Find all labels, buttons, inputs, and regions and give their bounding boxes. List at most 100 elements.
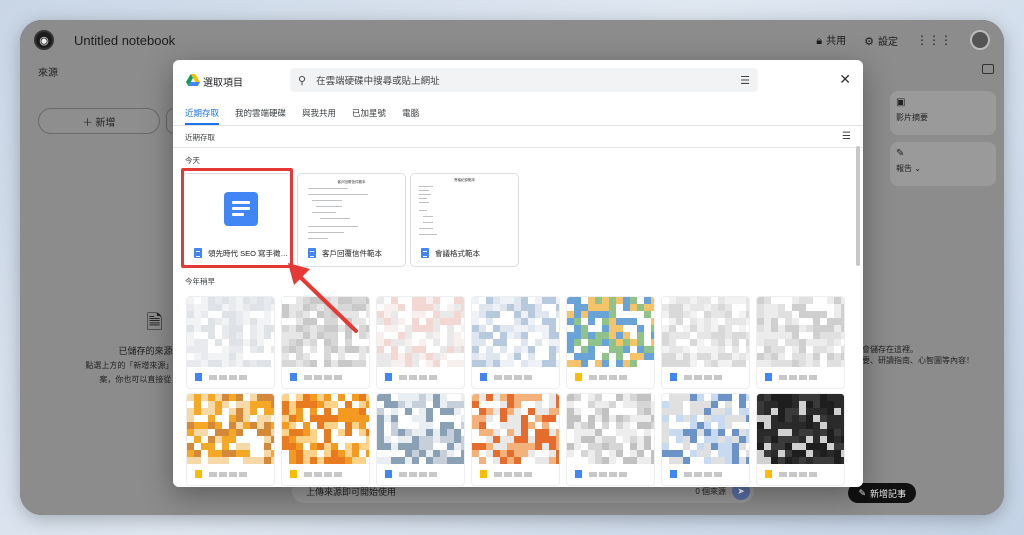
pixel-block bbox=[324, 325, 331, 332]
file-card-blurred[interactable] bbox=[281, 296, 370, 389]
pixel-block bbox=[771, 346, 778, 353]
file-card-reply-template[interactable]: 客戶回覆信件範本 客戶回覆信件範本 bbox=[297, 173, 406, 267]
pixel-block bbox=[331, 304, 338, 311]
pixel-block bbox=[616, 325, 623, 332]
pixel-block bbox=[454, 429, 461, 436]
apps-grid-icon[interactable]: ⋮⋮⋮ bbox=[916, 33, 952, 47]
file-card-blurred[interactable] bbox=[186, 296, 275, 389]
pixel-block bbox=[827, 353, 834, 360]
pixel-block bbox=[609, 443, 616, 450]
pixel-block bbox=[201, 457, 208, 464]
pixel-block bbox=[588, 429, 595, 436]
tab-shared-with-me[interactable]: 與我共用 bbox=[302, 100, 336, 125]
pixel-block bbox=[644, 443, 651, 450]
pixel-block bbox=[718, 318, 725, 325]
pixel-block bbox=[725, 443, 732, 450]
pixel-block bbox=[264, 429, 271, 436]
pixel-block bbox=[447, 450, 454, 457]
file-card-blurred[interactable] bbox=[471, 296, 560, 389]
notebooklm-logo-icon[interactable]: ◉ bbox=[34, 30, 54, 50]
avatar[interactable] bbox=[970, 30, 990, 50]
pixel-block bbox=[419, 436, 426, 443]
pixel-block bbox=[581, 353, 588, 360]
pixel-block bbox=[725, 457, 732, 464]
pixel-block bbox=[602, 346, 609, 353]
pixel-block bbox=[208, 408, 215, 415]
pixel-block bbox=[602, 457, 609, 464]
pixel-block bbox=[187, 450, 194, 457]
list-view-icon[interactable]: ☰ bbox=[842, 131, 851, 142]
pixel-block bbox=[651, 346, 654, 353]
file-card-blurred[interactable] bbox=[566, 296, 655, 389]
pixel-block bbox=[236, 443, 243, 450]
pixel-block bbox=[602, 443, 609, 450]
pixel-block bbox=[222, 353, 229, 360]
pixel-block bbox=[521, 311, 528, 318]
file-card-meeting-template[interactable]: 會議紀錄範本 會議格式範本 bbox=[410, 173, 519, 267]
blurred-name-block bbox=[809, 375, 817, 380]
close-icon[interactable]: ✕ bbox=[839, 72, 851, 86]
pixel-block bbox=[535, 443, 542, 450]
gear-icon: ⚙ bbox=[864, 35, 874, 48]
pixel-block bbox=[493, 339, 500, 346]
pixel-block bbox=[229, 318, 236, 325]
pixel-block bbox=[289, 304, 296, 311]
pixel-block bbox=[264, 436, 271, 443]
blurred-name-block bbox=[609, 375, 617, 380]
report-card[interactable]: ✎ 報告 ⌄ bbox=[890, 142, 996, 186]
pixel-block bbox=[461, 339, 464, 346]
settings-button[interactable]: ⚙ 設定 bbox=[864, 33, 898, 48]
pixel-block bbox=[739, 353, 746, 360]
pixel-block bbox=[236, 422, 243, 429]
pixel-block bbox=[479, 297, 486, 304]
scrollbar[interactable] bbox=[856, 146, 860, 266]
pixel-block bbox=[542, 394, 549, 401]
tab-my-drive[interactable]: 我的雲端硬碟 bbox=[235, 100, 286, 125]
pixel-block bbox=[690, 311, 697, 318]
pixel-block bbox=[201, 429, 208, 436]
pixel-block bbox=[472, 415, 479, 422]
pixel-block bbox=[461, 318, 464, 325]
pixel-block bbox=[271, 332, 274, 339]
pixel-block bbox=[271, 346, 274, 353]
pixel-block bbox=[479, 450, 486, 457]
file-card-blurred[interactable] bbox=[566, 393, 655, 486]
tab-computers[interactable]: 電腦 bbox=[402, 100, 419, 125]
file-card-blurred[interactable] bbox=[186, 393, 275, 486]
pixel-block bbox=[616, 394, 623, 401]
file-card-blurred[interactable] bbox=[281, 393, 370, 486]
pixel-block bbox=[588, 346, 595, 353]
add-source-button[interactable]: ＋ 新增 bbox=[38, 108, 160, 134]
pixel-block bbox=[732, 346, 739, 353]
video-overview-card[interactable]: ▣ 影片摘要 bbox=[890, 91, 996, 135]
pixel-block bbox=[792, 457, 799, 464]
file-card-seo[interactable]: 領先時代 SEO 寫手徵… bbox=[183, 173, 292, 267]
filter-options-icon[interactable]: ☰ bbox=[740, 74, 750, 87]
pixel-block bbox=[813, 422, 820, 429]
pixel-block bbox=[324, 353, 331, 360]
pixel-block bbox=[806, 360, 813, 367]
pixel-block bbox=[201, 353, 208, 360]
file-card-blurred[interactable] bbox=[471, 393, 560, 486]
file-card-blurred[interactable] bbox=[376, 393, 465, 486]
file-card-blurred[interactable] bbox=[756, 393, 845, 486]
pixel-block bbox=[486, 408, 493, 415]
pixel-block bbox=[785, 339, 792, 346]
share-button[interactable]: 🔒︎ 共用 bbox=[816, 32, 846, 48]
file-card-blurred[interactable] bbox=[756, 296, 845, 389]
pixel-block bbox=[581, 311, 588, 318]
file-card-blurred[interactable] bbox=[661, 393, 750, 486]
notebook-title[interactable]: Untitled notebook bbox=[74, 33, 175, 48]
pixel-block bbox=[820, 401, 827, 408]
pixel-block bbox=[630, 429, 637, 436]
pixel-block bbox=[331, 318, 338, 325]
drive-search-input[interactable]: ⚲ 在雲端硬碟中搜尋或貼上網址 ☰ bbox=[290, 68, 758, 92]
pixel-block bbox=[609, 360, 616, 367]
file-card-blurred[interactable] bbox=[376, 296, 465, 389]
tab-recent[interactable]: 近期存取 bbox=[185, 100, 220, 125]
file-card-blurred[interactable] bbox=[661, 296, 750, 389]
pixel-block bbox=[616, 443, 623, 450]
pixel-block bbox=[447, 297, 454, 304]
pixel-block bbox=[595, 304, 602, 311]
tab-starred[interactable]: 已加星號 bbox=[352, 100, 386, 125]
